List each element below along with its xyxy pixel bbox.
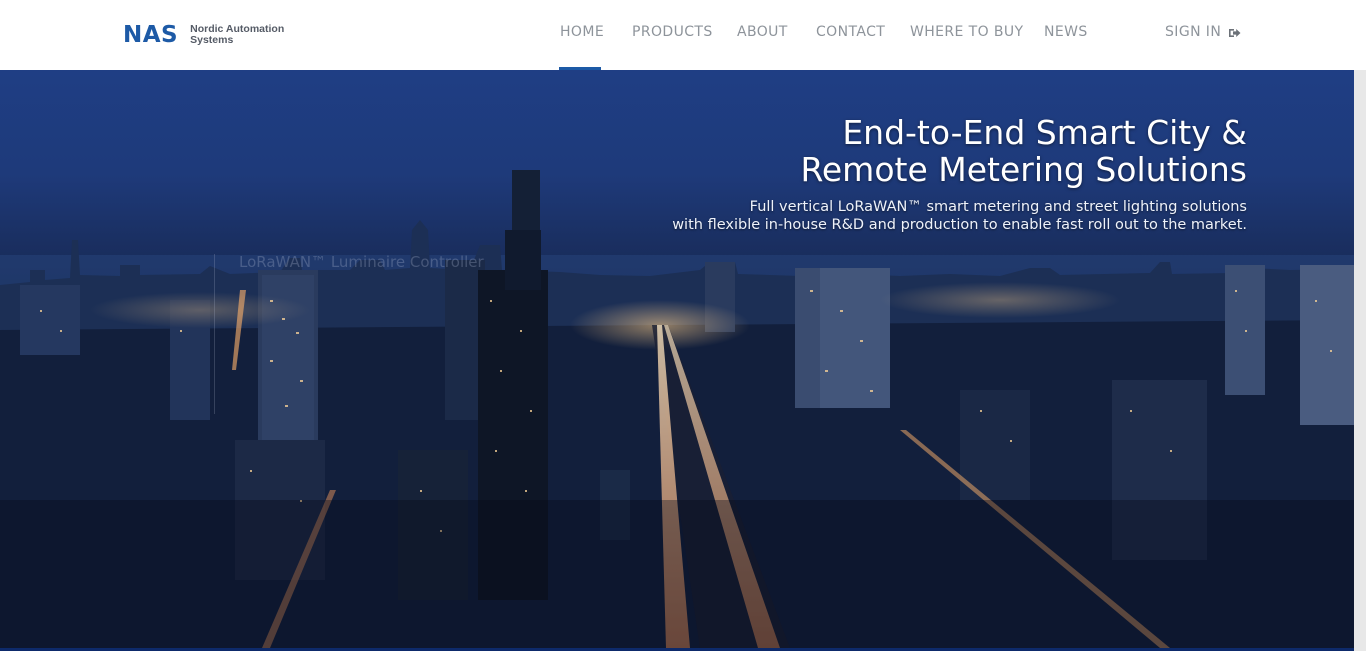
sign-in-icon[interactable] — [1228, 27, 1241, 39]
nav-news[interactable]: NEWS — [1044, 24, 1088, 40]
logo-name-line2: Systems — [190, 34, 234, 46]
nav-about[interactable]: ABOUT — [737, 24, 788, 40]
nav-home[interactable]: HOME — [560, 24, 604, 40]
hero-subtitle-line1: Full vertical LoRaWAN™ smart metering an… — [749, 199, 1247, 215]
hero-title: End-to-End Smart City & Remote Metering … — [800, 114, 1247, 188]
nav-active-indicator — [559, 67, 601, 70]
logo-company-name: Nordic Automation Systems — [190, 24, 284, 46]
logo-mark: NAS — [123, 22, 179, 48]
hero-banner: LoRaWAN™ Luminaire Controller End-to-End… — [0, 70, 1354, 648]
nav-contact[interactable]: CONTACT — [816, 24, 885, 40]
hero-title-line1: End-to-End Smart City & — [842, 113, 1247, 152]
page-scrollbar[interactable] — [1354, 70, 1366, 651]
slide-caption-divider — [214, 254, 215, 414]
faded-slide-caption: LoRaWAN™ Luminaire Controller — [239, 253, 484, 271]
hero-subtitle: Full vertical LoRaWAN™ smart metering an… — [672, 198, 1247, 234]
nav-where-to-buy[interactable]: WHERE TO BUY — [910, 24, 1023, 40]
site-header: NAS Nordic Automation Systems HOME PRODU… — [0, 0, 1366, 70]
brand-logo[interactable]: NAS Nordic Automation Systems — [123, 22, 284, 48]
sign-in-link[interactable]: SIGN IN — [1165, 24, 1221, 40]
hero-subtitle-line2: with flexible in-house R&D and productio… — [672, 217, 1247, 233]
nav-products[interactable]: PRODUCTS — [632, 24, 713, 40]
hero-title-line2: Remote Metering Solutions — [800, 150, 1247, 189]
